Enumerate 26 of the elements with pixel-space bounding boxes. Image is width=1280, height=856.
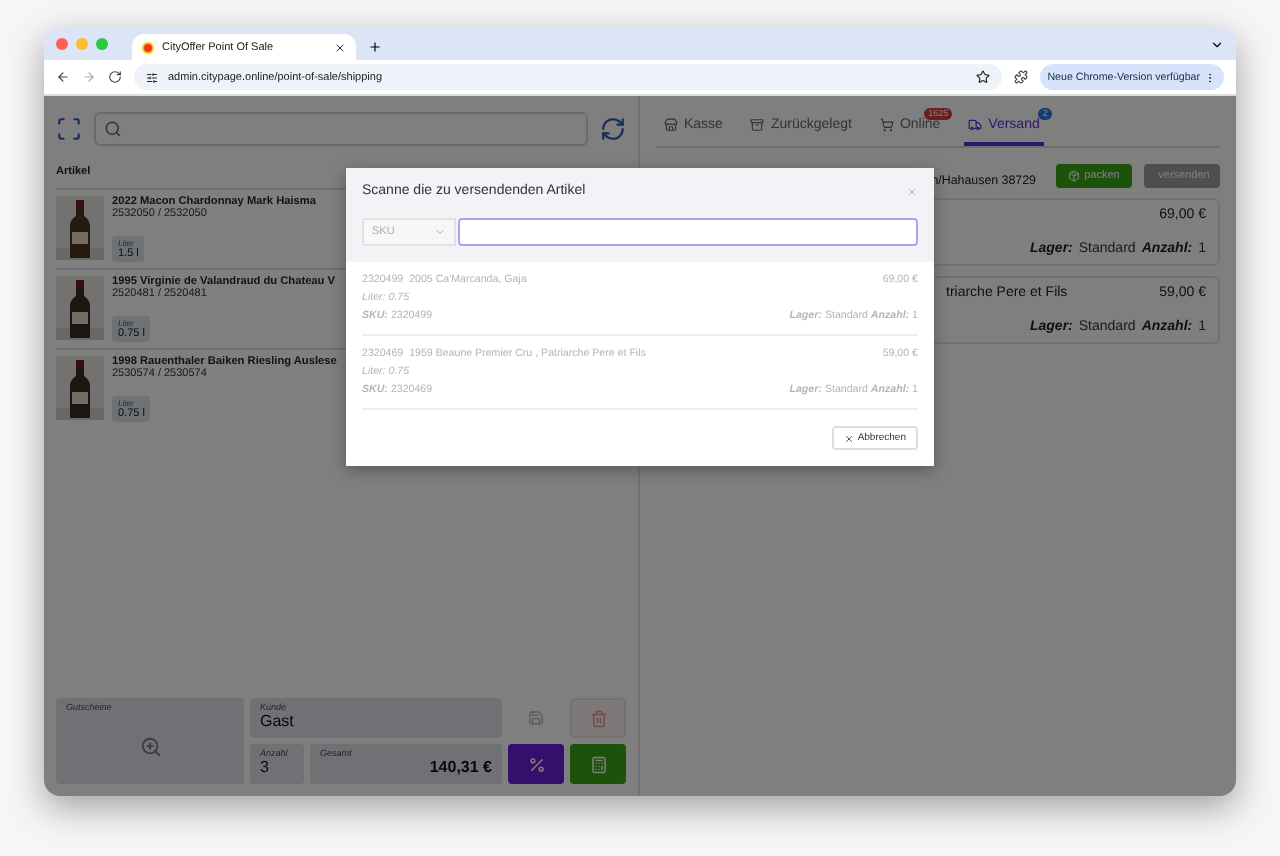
store-icon: [664, 118, 678, 132]
star-icon[interactable]: [975, 70, 990, 84]
close-icon[interactable]: [334, 41, 346, 53]
puzzle-icon[interactable]: [1013, 70, 1028, 84]
back-icon[interactable]: [56, 70, 70, 84]
refresh-icon[interactable]: [600, 115, 626, 141]
checkout-button[interactable]: [570, 744, 626, 784]
favicon-icon: [142, 41, 154, 53]
chevron-down-icon[interactable]: [1210, 38, 1224, 52]
chevron-down-icon: [434, 226, 446, 238]
truck-icon: [968, 118, 983, 132]
site-settings-icon[interactable]: [146, 71, 158, 83]
scan-input[interactable]: [458, 218, 918, 246]
fullscreen-icon[interactable]: [56, 115, 82, 141]
search-field[interactable]: [94, 111, 588, 145]
register-icon: [589, 755, 607, 773]
new-tab-icon[interactable]: [368, 40, 382, 54]
forward-icon[interactable]: [82, 70, 96, 84]
box-icon: [750, 118, 765, 132]
search-icon: [104, 119, 122, 137]
cart-icon: [879, 118, 894, 132]
box-icon: [1068, 170, 1081, 182]
zoom-in-icon[interactable]: [139, 735, 161, 757]
discount-button[interactable]: [508, 744, 564, 784]
percent-icon: [527, 755, 545, 773]
reload-icon[interactable]: [108, 70, 122, 84]
